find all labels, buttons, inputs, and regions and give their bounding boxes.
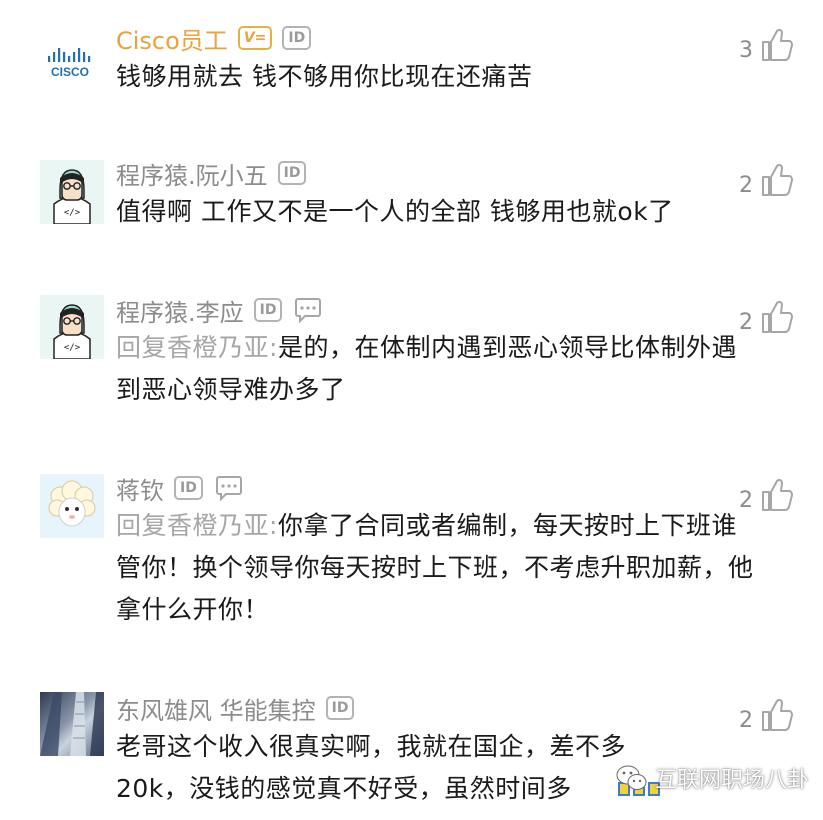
watermark: 互联网职场八卦 <box>615 762 809 794</box>
comment-item: </> 程序猿.阮小五 ID 2 值得啊 工作又不是一个人的全部 钱够用也就ok… <box>0 155 823 265</box>
thumbs-up-icon[interactable] <box>761 478 793 512</box>
avatar[interactable]: CISCO <box>40 42 104 106</box>
reply-prefix[interactable]: 回复香橙乃亚: <box>116 511 278 540</box>
svg-text:</>: </> <box>64 208 81 218</box>
id-badge: ID <box>174 476 203 500</box>
username[interactable]: 东风雄风 华能集控 <box>116 691 316 726</box>
comment-item: CISCO Cisco员工 V= ID 3 钱够用就去 钱不够用你比现在还痛苦 <box>0 20 823 130</box>
cisco-logo-icon: CISCO <box>48 48 91 79</box>
sheep-avatar-icon <box>48 480 96 527</box>
comment-text: 回复香橙乃亚:你拿了合同或者编制，每天按时上下班谁管你！换个领导你每天按时上下班… <box>116 511 754 624</box>
comment-text: 回复香橙乃亚:是的，在体制内遇到恶心领导比体制外遇到恶心领导难办多了 <box>116 333 737 404</box>
comment-item: 蒋钦 ID 2 回复香橙乃亚:你拿了合同或者编制，每天按时上下班谁管你！换个领导… <box>0 470 823 640</box>
chat-bubble-icon[interactable] <box>213 475 243 501</box>
username[interactable]: 程序猿.李应 <box>116 293 244 328</box>
id-badge: ID <box>277 161 307 185</box>
comment-header: 东风雄风 华能集控 ID <box>116 690 355 726</box>
comment-text: 钱够用就去 钱不够用你比现在还痛苦 <box>116 62 533 91</box>
thumbs-up-icon[interactable] <box>761 698 793 732</box>
avatar[interactable] <box>40 474 104 538</box>
avatar[interactable] <box>40 692 104 756</box>
vip-badge: V= <box>237 26 273 50</box>
username[interactable]: 程序猿.阮小五 <box>116 156 268 191</box>
programmer-avatar-icon: </> <box>53 169 91 224</box>
thumbs-up-icon[interactable] <box>761 300 793 334</box>
reply-prefix[interactable]: 回复香橙乃亚: <box>116 333 278 362</box>
like-control[interactable]: 2 <box>739 692 793 732</box>
wechat-icon <box>616 765 647 790</box>
chat-bubble-icon[interactable] <box>292 297 322 323</box>
building-photo-icon <box>40 692 104 756</box>
svg-text:</>: </> <box>64 343 81 353</box>
programmer-avatar-icon: </> <box>53 304 91 359</box>
avatar[interactable]: </> <box>40 160 104 224</box>
username[interactable]: Cisco员工 <box>116 21 228 56</box>
comment-header: 蒋钦 ID <box>116 470 243 506</box>
comment-item: </> 程序猿.李应 ID 2 回复香橙乃亚:是的，在体制内遇到恶心领导比体制外… <box>0 292 823 442</box>
comment-header: 程序猿.阮小五 ID <box>116 155 307 191</box>
comment-header: Cisco员工 V= ID <box>116 20 312 56</box>
svg-text:CISCO: CISCO <box>51 65 89 79</box>
comment-item: 东风雄风 华能集控 ID 2 老哥这个收入很真实啊，我就在国企，差不多20k，没… <box>0 690 823 820</box>
watermark-text: 互联网职场八卦 <box>655 768 810 793</box>
username[interactable]: 蒋钦 <box>116 471 164 506</box>
comment-text: 老哥这个收入很真实啊，我就在国企，差不多20k，没钱的感觉真不好受，虽然时间多 <box>116 732 627 803</box>
like-count: 2 <box>739 708 753 733</box>
id-badge: ID <box>282 26 312 50</box>
comment-text: 值得啊 工作又不是一个人的全部 钱够用也就ok了 <box>116 197 674 226</box>
id-badge: ID <box>253 298 283 322</box>
avatar[interactable]: </> <box>40 295 104 359</box>
id-badge: ID <box>325 696 355 720</box>
comment-header: 程序猿.李应 ID <box>116 292 322 328</box>
